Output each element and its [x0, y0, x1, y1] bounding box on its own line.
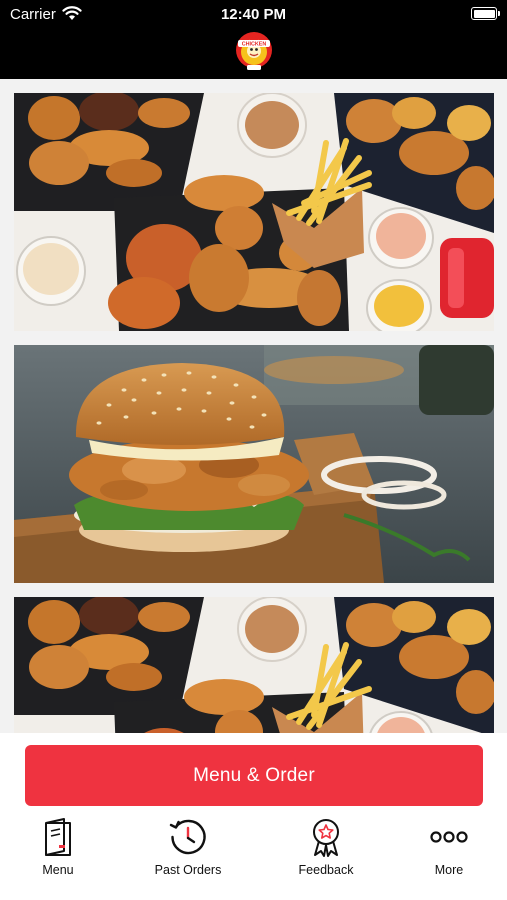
- tab-bar: Menu Past Orders Feedback More: [0, 817, 507, 877]
- promo-feed[interactable]: [0, 79, 507, 733]
- award-ribbon-icon: [313, 819, 339, 857]
- battery-icon: [471, 7, 500, 20]
- tab-more-label: More: [434, 863, 464, 877]
- bottom-panel: Menu & Order Menu Past Orders Feedback M…: [0, 733, 507, 900]
- status-bar: Carrier 12:40 PM: [0, 0, 507, 28]
- svg-text:CHICKEN: CHICKEN: [242, 42, 267, 48]
- tab-menu[interactable]: Menu: [3, 817, 113, 877]
- clock-label: 12:40 PM: [220, 6, 287, 23]
- promo-image-chicken-platter[interactable]: [14, 93, 494, 331]
- fried-chicken-platter-photo: [14, 597, 494, 733]
- history-clock-icon: [169, 819, 206, 855]
- tab-past-orders[interactable]: Past Orders: [133, 817, 243, 877]
- tab-more[interactable]: More: [394, 817, 504, 877]
- tab-past-orders-label: Past Orders: [154, 863, 222, 877]
- fried-chicken-platter-photo: [14, 93, 494, 331]
- home-screen: Carrier 12:40 PM CHICKEN Menu & Order Me…: [0, 0, 507, 900]
- menu-book-icon: [45, 818, 71, 856]
- menu-and-order-button[interactable]: Menu & Order: [25, 745, 483, 806]
- brand-logo[interactable]: CHICKEN: [235, 28, 273, 72]
- tab-feedback[interactable]: Feedback: [271, 817, 381, 877]
- more-dots-icon: [430, 831, 468, 843]
- tab-feedback-label: Feedback: [298, 863, 354, 877]
- promo-image-chicken-platter-2[interactable]: [14, 597, 494, 733]
- tab-menu-label: Menu: [42, 863, 74, 877]
- crispy-chicken-burger-photo: [14, 345, 494, 583]
- promo-image-chicken-burger[interactable]: [14, 345, 494, 583]
- header-bar: Carrier 12:40 PM CHICKEN: [0, 0, 507, 79]
